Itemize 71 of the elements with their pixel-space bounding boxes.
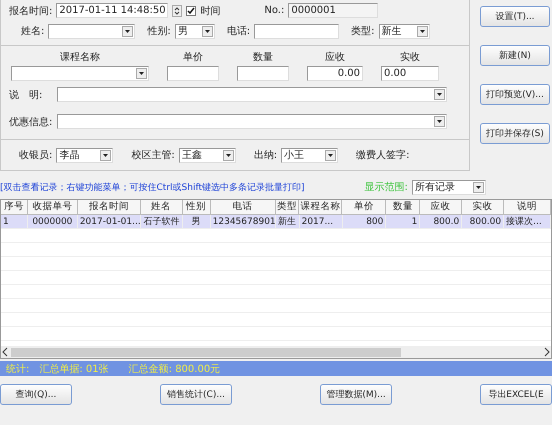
no-label: No.: [264, 5, 284, 16]
phone-field[interactable] [254, 24, 340, 38]
dropdown-icon[interactable] [416, 26, 428, 36]
staff-label: 校区主管: [131, 148, 175, 162]
quantity-field[interactable] [237, 66, 289, 81]
dropdown-icon[interactable] [122, 26, 134, 36]
dropdown-icon[interactable] [222, 150, 234, 160]
staff-combo[interactable]: 王鑫 [178, 148, 236, 162]
spin-icon[interactable] [172, 4, 182, 16]
type-label: 类型: [351, 24, 374, 38]
scroll-right-icon[interactable] [543, 347, 551, 357]
price-field[interactable] [167, 66, 219, 81]
column-header[interactable]: 应收 [420, 200, 462, 214]
column-header[interactable]: 实收 [462, 200, 504, 214]
dropdown-icon[interactable] [136, 68, 147, 79]
column-header[interactable]: 单价 [342, 200, 386, 214]
time-label: 时间 [200, 4, 220, 18]
action-button[interactable]: 导出EXCEL(E [480, 384, 552, 405]
column-header[interactable]: 数量 [386, 200, 420, 214]
column-header[interactable]: 说明 [504, 200, 551, 214]
action-button[interactable]: 打印预览(V)... [480, 84, 550, 105]
column-label: 数量 [252, 51, 274, 64]
horizontal-scrollbar[interactable] [1, 346, 551, 358]
phone-label: 电话: [226, 24, 250, 38]
action-button[interactable]: 设置(T)... [480, 6, 550, 27]
receipt-number-field: 0000001 [288, 3, 378, 18]
dropdown-icon[interactable] [100, 150, 112, 160]
dropdown-icon[interactable] [472, 182, 484, 192]
gender-combo[interactable]: 男 [174, 24, 215, 38]
gender-label: 性别: [147, 24, 171, 38]
summary-text: 统计: 汇总单据: 01张 汇总金额: 800.00元 [6, 362, 220, 376]
staff-label: 出纳: [254, 148, 278, 162]
amount-due-field[interactable]: 0.00 [307, 66, 363, 81]
column-label: 课程名称 [59, 51, 101, 64]
column-label: 应收 [324, 50, 346, 64]
column-label: 单价 [182, 50, 204, 64]
column-header[interactable]: 姓名 [140, 200, 183, 214]
column-header[interactable]: 序号 [1, 200, 28, 214]
action-button[interactable]: 打印并保存(S) [480, 123, 550, 144]
date-field[interactable]: 2017-01-11 14:48:50 [56, 3, 168, 18]
column-header[interactable]: 课程名称 [299, 200, 342, 214]
name-label: 姓名: [21, 25, 44, 38]
discount-label: 优惠信息: [9, 116, 53, 128]
column-header[interactable]: 类型 [276, 200, 300, 214]
action-button[interactable]: 销售统计(C)... [160, 384, 232, 405]
column-header[interactable]: 报名时间 [78, 200, 141, 214]
type-combo[interactable]: 新生 [378, 24, 430, 38]
column-header[interactable]: 收据单号 [28, 200, 78, 214]
action-button[interactable]: 新建(N) [480, 45, 550, 66]
time-checkbox[interactable] [186, 6, 196, 16]
staff-combo[interactable]: 小王 [281, 148, 338, 162]
date-label: 报名时间: [9, 4, 52, 18]
action-button[interactable]: 查询(Q)... [0, 384, 72, 405]
dropdown-icon[interactable] [434, 116, 445, 127]
column-label: 实收 [399, 50, 421, 64]
action-button[interactable]: 管理数据(M)... [320, 384, 392, 405]
amount-paid-field[interactable]: 0.00 [381, 66, 439, 81]
scroll-left-icon[interactable] [1, 347, 9, 357]
note-label: 说 明: [9, 88, 44, 102]
dropdown-icon[interactable] [325, 150, 336, 160]
dropdown-icon[interactable] [202, 26, 213, 36]
column-header[interactable]: 电话 [210, 200, 276, 214]
range-combo[interactable]: 所有记录 [412, 180, 486, 194]
staff-combo[interactable]: 李晶 [56, 148, 114, 162]
staff-label: 收银员: [19, 149, 52, 162]
dropdown-icon[interactable] [434, 89, 445, 100]
hint-text: [双击查看记录；右键功能菜单；可按住Ctrl或Shift键选中多条记录批量打印] [0, 182, 304, 194]
staff-label: 缴费人签字: [356, 148, 410, 162]
table-row[interactable]: 1 0000000 2017-01-01... 石子软件 男 12345678901 新生 2017... 800 1 800.0 800.00 接课次... [1, 215, 551, 229]
range-label: 显示范围: [364, 180, 408, 194]
column-header[interactable]: 性别 [182, 200, 211, 214]
